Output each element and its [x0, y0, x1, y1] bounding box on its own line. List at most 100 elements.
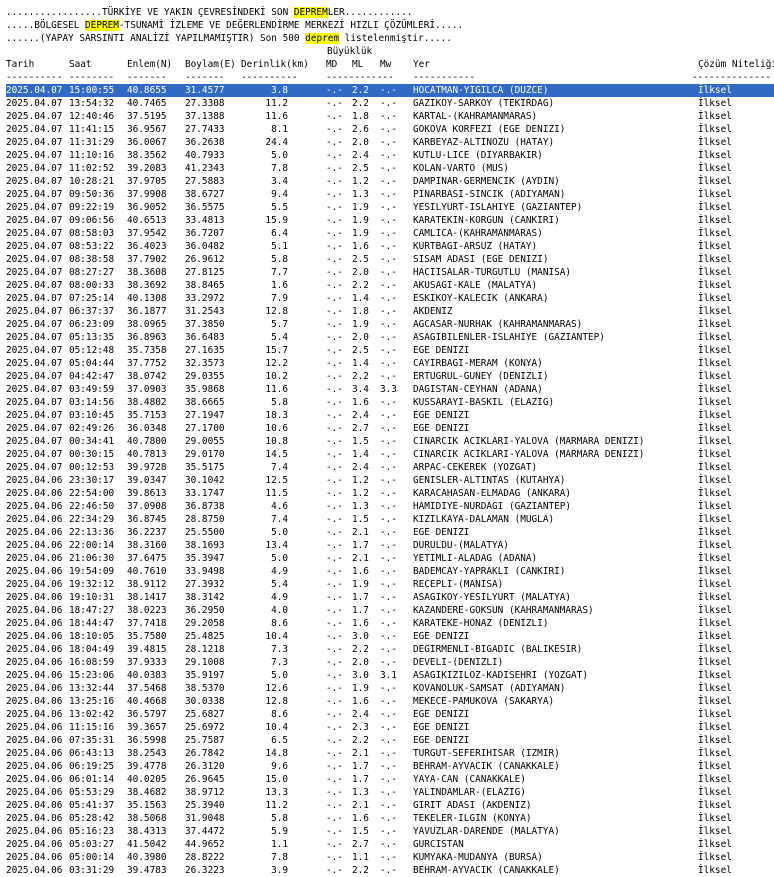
earthquake-row[interactable]: 2025.04.06 13:25:16 40.4668 30.0338 12.8 -.- 1…	[6, 695, 774, 708]
earthquake-row[interactable]: 2025.04.07 12:40:46 37.5195 37.1388 11.6 -.- 1…	[6, 110, 774, 123]
earthquake-row[interactable]: 2025.04.06 21:06:30 37.6475 35.3947 5.0 -.- 2.…	[6, 552, 774, 565]
earthquake-row[interactable]: 2025.04.06 22:13:36 36.2237 25.5500 5.0 -.- 2.…	[6, 526, 774, 539]
earthquake-row[interactable]: 2025.04.07 08:58:03 37.9542 36.7207 6.4 -.- 1.…	[6, 227, 774, 240]
earthquake-row[interactable]: 2025.04.07 00:30:15 40.7813 29.0170 14.5 -.- 1…	[6, 448, 774, 461]
earthquake-row[interactable]: 2025.04.07 03:49:59 37.0903 35.9868 11.6 -.- 3…	[6, 383, 774, 396]
earthquake-row[interactable]: 2025.04.06 06:19:25 39.4778 26.3120 9.6 -.- 1.…	[6, 760, 774, 773]
earthquake-row[interactable]: 2025.04.06 19:32:12 38.9112 27.3932 5.4 -.- 1.…	[6, 578, 774, 591]
earthquake-row[interactable]: 2025.04.06 19:54:09 40.7610 33.9498 4.9 -.- 1.…	[6, 565, 774, 578]
row-depth: 24.4	[265, 137, 288, 148]
row-mw: -.-	[380, 397, 397, 408]
earthquake-row[interactable]: 2025.04.07 06:23:09 38.0965 37.3850 5.7 -.- 1.…	[6, 318, 774, 331]
earthquake-row[interactable]: 2025.04.07 11:02:52 39.2083 41.2343 7.8 -.- 2.…	[6, 162, 774, 175]
earthquake-row[interactable]: 2025.04.06 05:28:42 38.5068 31.9048 5.8 -.- 1.…	[6, 812, 774, 825]
earthquake-row[interactable]: 2025.04.07 15:00:55 40.8655 31.4577 3.8 -.- 2.…	[6, 84, 774, 97]
earthquake-row[interactable]: 2025.04.07 08:53:22 36.4023 36.0482 5.1 -.- 1.…	[6, 240, 774, 253]
row-lat: 36.2237	[127, 527, 167, 538]
earthquake-row[interactable]: 2025.04.06 23:30:17 39.0347 30.1042 12.5 -.- 1…	[6, 474, 774, 487]
earthquake-row[interactable]: 2025.04.07 03:14:56 38.4802 38.6665 5.8 -.- 1.…	[6, 396, 774, 409]
earthquake-row[interactable]: 2025.04.07 08:27:27 38.3608 27.8125 7.7 -.- 2.…	[6, 266, 774, 279]
earthquake-row[interactable]: 2025.04.06 05:00:14 40.3980 28.8222 7.8 -.- 1.…	[6, 851, 774, 864]
earthquake-row[interactable]: 2025.04.06 03:31:29 39.4783 26.3223 3.9 -.- 2.…	[6, 864, 774, 877]
earthquake-row[interactable]: 2025.04.06 18:10:05 35.7580 25.4825 10.4 -.- 3…	[6, 630, 774, 643]
earthquake-row[interactable]: 2025.04.07 10:28:21 37.9705 27.5883 3.4 -.- 1.…	[6, 175, 774, 188]
earthquake-row[interactable]: 2025.04.06 16:08:59 37.9333 29.1008 7.3 -.- 2.…	[6, 656, 774, 669]
row-location: BEHRAM-AYVACIK (CANAKKALE)	[413, 761, 560, 772]
row-md: -.-	[326, 371, 343, 382]
earthquake-row[interactable]: 2025.04.07 03:10:45 35.7153 27.1947 18.3 -.- 2…	[6, 409, 774, 422]
row-depth: 5.9	[271, 826, 288, 837]
earthquake-row[interactable]: 2025.04.07 13:54:32 40.7465 27.3308 11.2 -.- 2…	[6, 97, 774, 110]
row-lon: 36.0482	[185, 241, 225, 252]
earthquake-row[interactable]: 2025.04.07 09:06:56 40.6513 33.4813 15.9 -.- 1…	[6, 214, 774, 227]
earthquake-row[interactable]: 2025.04.07 02:49:26 36.0348 27.1700 10.6 -.- 2…	[6, 422, 774, 435]
row-ml: 2.2	[352, 371, 369, 382]
earthquake-row[interactable]: 2025.04.07 08:38:58 37.7902 26.9612 5.8 -.- 2.…	[6, 253, 774, 266]
earthquake-row[interactable]: 2025.04.06 15:23:06 40.0383 35.9197 5.0 -.- 3.…	[6, 669, 774, 682]
row-time: 15:00:55	[69, 85, 115, 96]
row-lon: 35.3947	[185, 553, 225, 564]
earthquake-row[interactable]: 2025.04.06 05:03:27 41.5042 44.9652 1.1 -.- 2.…	[6, 838, 774, 851]
earthquake-row[interactable]: 2025.04.07 11:31:29 36.0067 36.2638 24.4 -.- 2…	[6, 136, 774, 149]
row-location: KARTAL-(KAHRAMANMARAS)	[413, 111, 538, 122]
row-quality: İlksel	[698, 397, 732, 408]
earthquake-row[interactable]: 2025.04.06 06:43:13 38.2543 26.7842 14.8 -.- 2…	[6, 747, 774, 760]
earthquake-row[interactable]: 2025.04.06 22:34:29 36.8745 28.8750 7.4 -.- 1.…	[6, 513, 774, 526]
row-ml: 1.5	[352, 826, 369, 837]
row-location: GURCISTAN	[413, 839, 464, 850]
earthquake-row[interactable]: 2025.04.06 22:54:00 39.8613 33.1747 11.5 -.- 1…	[6, 487, 774, 500]
earthquake-row[interactable]: 2025.04.07 07:25:14 40.1308 33.2972 7.9 -.- 1.…	[6, 292, 774, 305]
earthquake-row[interactable]: 2025.04.07 06:37:37 36.1877 31.2543 12.8 -.- 1…	[6, 305, 774, 318]
row-location: HAMIDIYE-NURDAGI (GAZIANTEP)	[413, 501, 572, 512]
row-depth: 5.8	[271, 254, 288, 265]
earthquake-row[interactable]: 2025.04.07 00:34:41 40.7800 29.0055 10.8 -.- 1…	[6, 435, 774, 448]
row-lat: 36.4023	[127, 241, 167, 252]
earthquake-row[interactable]: 2025.04.07 09:50:36 37.9908 38.6727 9.4 -.- 1.…	[6, 188, 774, 201]
earthquake-row[interactable]: 2025.04.07 05:12:48 35.7358 27.1635 15.7 -.- 2…	[6, 344, 774, 357]
row-lon: 41.2343	[185, 163, 225, 174]
row-depth: 18.3	[265, 410, 288, 421]
row-date: 2025.04.07	[6, 267, 63, 278]
row-quality: İlksel	[698, 696, 732, 707]
earthquake-row[interactable]: 2025.04.06 13:02:42 36.5797 25.6827 8.6 -.- 2.…	[6, 708, 774, 721]
earthquake-row[interactable]: 2025.04.07 05:04:44 37.7752 32.3573 12.2 -.- 1…	[6, 357, 774, 370]
earthquake-row[interactable]: 2025.04.06 18:44:47 37.7418 29.2058 8.6 -.- 1.…	[6, 617, 774, 630]
row-lon: 27.7433	[185, 124, 225, 135]
earthquake-row[interactable]: 2025.04.06 05:41:37 35.1563 25.3940 11.2 -.- 2…	[6, 799, 774, 812]
earthquake-row[interactable]: 2025.04.06 05:53:29 38.4682 38.9712 13.3 -.- 1…	[6, 786, 774, 799]
row-location: EGE DENIZI	[413, 527, 470, 538]
earthquake-row[interactable]: 2025.04.07 11:10:16 38.3562 40.7933 5.0 -.- 2.…	[6, 149, 774, 162]
row-md: -.-	[326, 735, 343, 746]
earthquake-row[interactable]: 2025.04.07 00:12:53 39.9728 35.5175 7.4 -.- 2.…	[6, 461, 774, 474]
earthquake-row[interactable]: 2025.04.06 06:01:14 40.0205 26.9645 15.0 -.- 1…	[6, 773, 774, 786]
row-location: KUMYAKA-MUDANYA (BURSA)	[413, 852, 543, 863]
row-quality: İlksel	[698, 566, 732, 577]
earthquake-row[interactable]: 2025.04.06 07:35:31 36.5998 25.7587 6.5 -.- 2.…	[6, 734, 774, 747]
row-lat: 38.4802	[127, 397, 167, 408]
earthquake-row[interactable]: 2025.04.07 05:13:35 36.8963 36.6483 5.4 -.- 2.…	[6, 331, 774, 344]
row-time: 22:34:29	[69, 514, 115, 525]
row-lat: 36.8963	[127, 332, 167, 343]
row-time: 11:31:29	[69, 137, 115, 148]
earthquake-row[interactable]: 2025.04.06 11:15:16 39.3657 25.6972 10.4 -.- 2…	[6, 721, 774, 734]
earthquake-row[interactable]: 2025.04.07 09:22:19 36.9052 36.5575 5.5 -.- 1.…	[6, 201, 774, 214]
row-ml: 1.9	[352, 202, 369, 213]
row-md: -.-	[326, 605, 343, 616]
row-md: -.-	[326, 228, 343, 239]
row-mw: -.-	[380, 163, 397, 174]
row-lon: 29.0170	[185, 449, 225, 460]
earthquake-row[interactable]: 2025.04.06 22:46:50 37.0908 36.8738 4.6 -.- 1.…	[6, 500, 774, 513]
earthquake-row[interactable]: 2025.04.07 08:00:33 38.3692 38.8465 1.6 -.- 2.…	[6, 279, 774, 292]
row-location: EGE DENIZI	[413, 423, 470, 434]
earthquake-row[interactable]: 2025.04.06 19:10:31 38.1417 38.3142 4.9 -.- 1.…	[6, 591, 774, 604]
earthquake-row[interactable]: 2025.04.06 05:16:23 38.4313 37.4472 5.9 -.- 1.…	[6, 825, 774, 838]
row-lon: 38.9712	[185, 787, 225, 798]
earthquake-row[interactable]: 2025.04.06 18:04:49 39.4815 28.1218 7.3 -.- 2.…	[6, 643, 774, 656]
row-ml: 1.9	[352, 683, 369, 694]
earthquake-row[interactable]: 2025.04.06 13:32:44 37.5468 38.5370 12.6 -.- 1…	[6, 682, 774, 695]
earthquake-row[interactable]: 2025.04.07 04:42:47 38.0742 29.0355 10.2 -.- 2…	[6, 370, 774, 383]
row-lon: 27.1947	[185, 410, 225, 421]
earthquake-row[interactable]: 2025.04.06 22:00:14 38.3160 38.1693 13.4 -.- 1…	[6, 539, 774, 552]
earthquake-row[interactable]: 2025.04.06 18:47:27 38.0223 36.2950 4.0 -.- 1.…	[6, 604, 774, 617]
earthquake-row[interactable]: 2025.04.07 11:41:15 36.9567 27.7433 8.1 -.- 2.…	[6, 123, 774, 136]
